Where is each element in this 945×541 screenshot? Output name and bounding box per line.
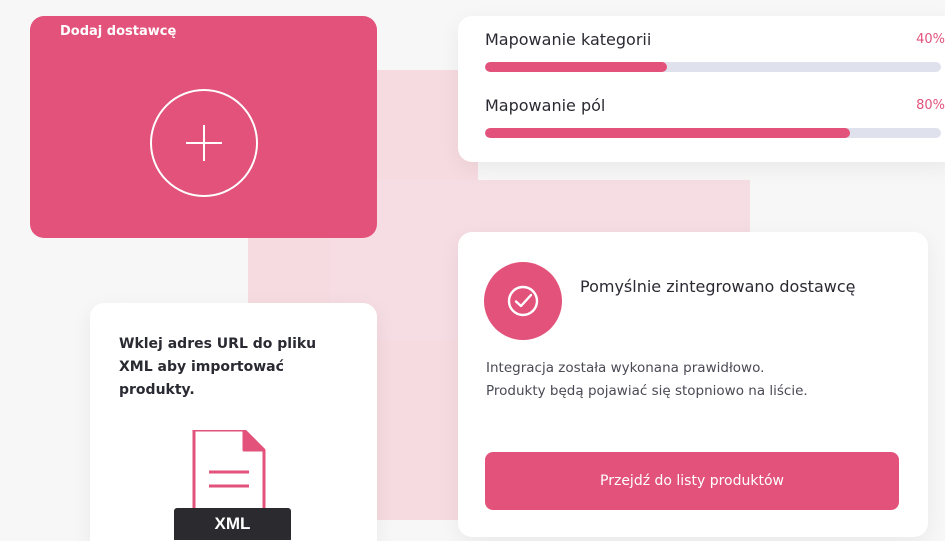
integration-success-card: Pomyślnie zintegrowano dostawcę Integrac… [458, 232, 928, 537]
xml-file-label: XML [214, 514, 251, 533]
add-supplier-title: Dodaj dostawcę [60, 24, 177, 39]
success-line-2: Produkty będą pojawiać się stopniowo na … [486, 383, 808, 399]
progress-label: Mapowanie pól [485, 96, 606, 115]
success-title: Pomyślnie zintegrowano dostawcę [580, 277, 856, 296]
check-circle-icon [484, 262, 562, 340]
add-supplier-card[interactable]: Dodaj dostawcę [30, 16, 377, 238]
progress-percent: 40% [916, 32, 945, 47]
success-description: Integracja została wykonana prawidłowo. … [486, 357, 916, 403]
progress-percent: 80% [916, 98, 945, 113]
success-line-1: Integracja została wykonana prawidłowo. [486, 360, 765, 376]
progress-label: Mapowanie kategorii [485, 30, 652, 49]
add-supplier-button[interactable] [150, 89, 258, 197]
progress-track [485, 62, 941, 72]
progress-track [485, 128, 941, 138]
go-to-products-button[interactable]: Przejdź do listy produktów [485, 452, 899, 510]
progress-fill [485, 62, 668, 72]
integration-illustration: Dodaj dostawcę Mapowanie kategorii 40% M… [0, 0, 945, 541]
xml-import-instruction: Wklej adres URL do pliku XML aby importo… [119, 336, 317, 398]
xml-import-card: Wklej adres URL do pliku XML aby importo… [90, 303, 377, 541]
xml-file-icon: XML [174, 428, 304, 541]
progress-fill [485, 128, 850, 138]
mapping-progress-card: Mapowanie kategorii 40% Mapowanie pól 80… [458, 16, 945, 162]
